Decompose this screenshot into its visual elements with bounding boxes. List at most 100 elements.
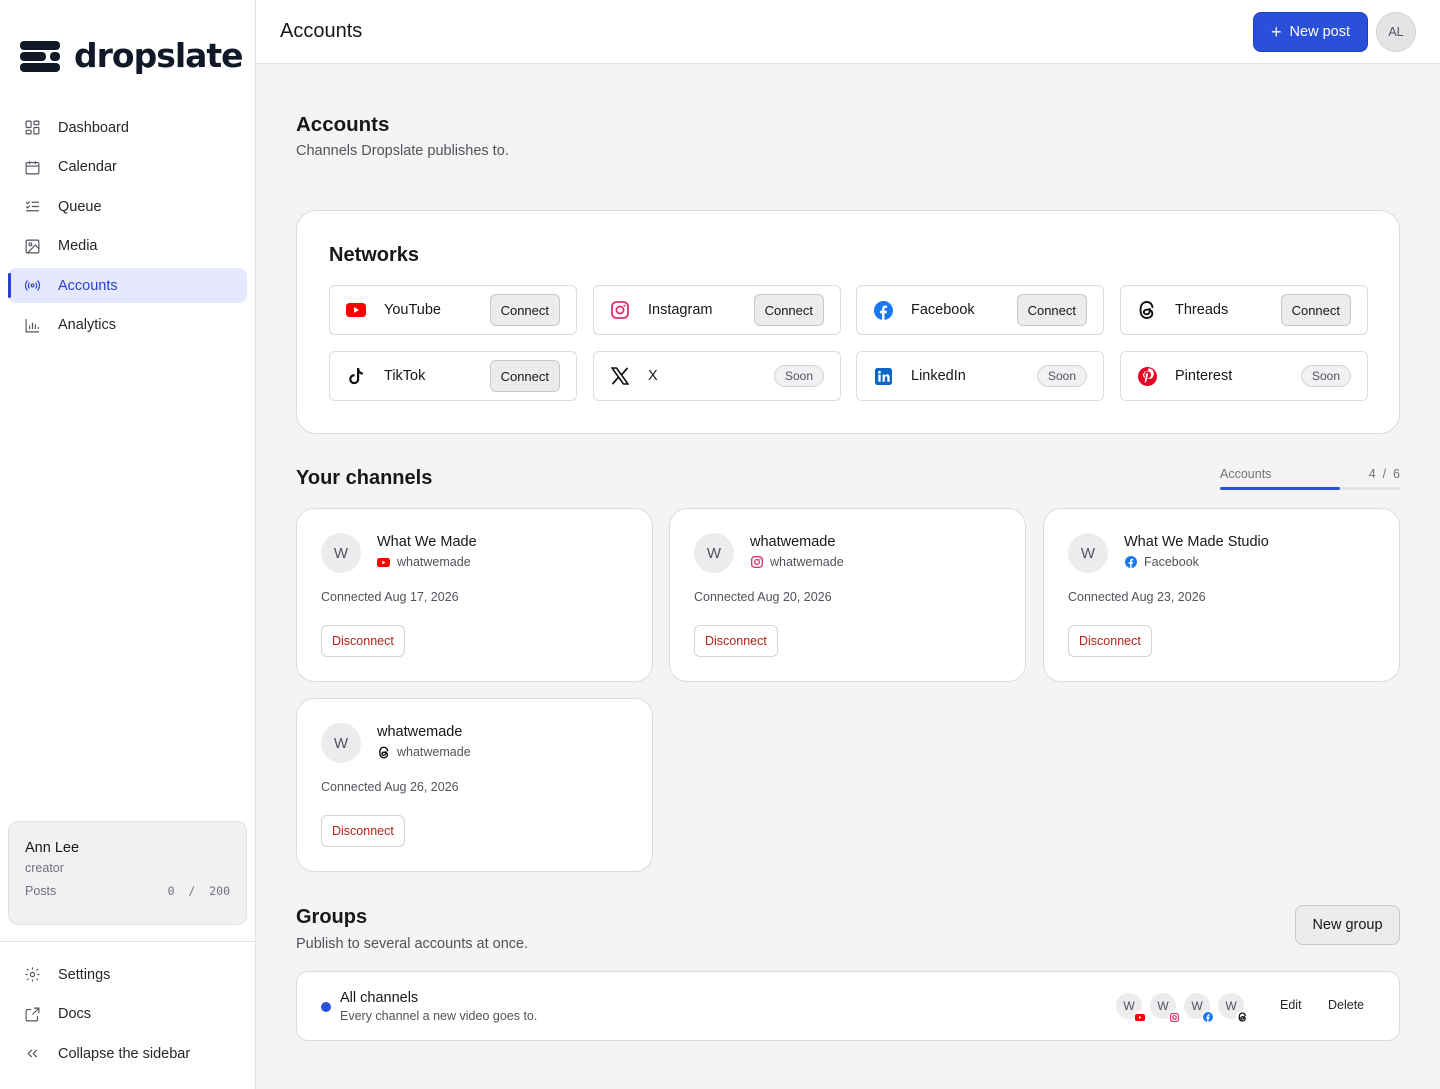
threads-icon <box>1137 300 1157 320</box>
sidebar-item-label: Analytics <box>58 317 117 333</box>
sidebar-item-label: Settings <box>58 966 111 983</box>
linkedin-icon <box>873 366 893 386</box>
youtube-icon <box>346 300 366 320</box>
accounts-usage-count: 4 / 6 <box>1368 467 1400 481</box>
channel-name: What We Made <box>377 534 477 550</box>
broadcast-icon <box>25 280 40 291</box>
group-color-dot <box>321 1002 331 1012</box>
accounts-usage-bar <box>1220 487 1400 490</box>
calendar-icon <box>25 160 40 174</box>
network-name: TikTok <box>384 368 426 384</box>
sidebar-item-dashboard[interactable]: Dashboard <box>8 110 247 145</box>
sidebar-item-settings[interactable]: Settings <box>8 957 247 992</box>
youtube-icon <box>1134 1011 1146 1023</box>
chevrons-left-icon <box>27 1049 38 1058</box>
channel-avatar: W <box>321 533 361 573</box>
member-avatar: W <box>1182 991 1214 1023</box>
channel-connected-date: Connected Aug 20, 2026 <box>694 590 832 604</box>
network-name: Pinterest <box>1175 368 1233 384</box>
channel-connected-date: Connected Aug 17, 2026 <box>321 590 459 604</box>
dropslate-logo-icon <box>20 38 60 74</box>
channel-name: whatwemade <box>750 534 836 550</box>
member-avatar: W <box>1216 991 1248 1023</box>
connect-facebook-button[interactable]: Connect <box>1016 294 1087 326</box>
bar-chart-icon <box>25 318 39 332</box>
connect-tiktok-button[interactable]: Connect <box>489 360 560 392</box>
sidebar-divider <box>0 941 255 942</box>
channel-card: W whatwemade whatwemade Connected Aug 26… <box>296 698 653 872</box>
channel-avatar: W <box>694 533 734 573</box>
new-post-button[interactable]: + New post <box>1253 12 1368 52</box>
sidebar-item-accounts[interactable]: Accounts <box>8 268 247 303</box>
queue-icon <box>25 201 39 212</box>
group-member-avatars: W W W W <box>1114 991 1254 1023</box>
instagram-icon <box>750 556 763 569</box>
brand-logo[interactable]: dropslate <box>20 36 244 75</box>
sidebar-item-label: Queue <box>58 198 102 215</box>
network-name: Threads <box>1175 302 1229 318</box>
group-description: Every channel a new video goes to. <box>340 1009 538 1023</box>
disconnect-button[interactable]: Disconnect <box>1068 625 1152 657</box>
page-title: Accounts <box>296 113 390 136</box>
accounts-usage-fill <box>1220 487 1341 490</box>
disconnect-button[interactable]: Disconnect <box>694 625 778 657</box>
sidebar-item-label: Accounts <box>58 277 118 294</box>
network-name: YouTube <box>384 302 441 318</box>
external-link-icon <box>25 1007 40 1021</box>
disconnect-button[interactable]: Disconnect <box>321 625 405 657</box>
connect-threads-button[interactable]: Connect <box>1280 294 1351 326</box>
brand-name: dropslate <box>74 36 244 75</box>
user-role: creator <box>25 861 64 875</box>
plus-icon: + <box>1271 22 1282 42</box>
network-card-x: X Soon <box>593 351 841 401</box>
channel-connected-date: Connected Aug 23, 2026 <box>1068 590 1206 604</box>
new-group-button[interactable]: New group <box>1295 905 1400 945</box>
connect-youtube-button[interactable]: Connect <box>489 294 560 326</box>
image-icon <box>25 239 40 253</box>
soon-badge: Soon <box>773 365 824 387</box>
channel-handle: whatwemade <box>377 745 471 759</box>
soon-badge: Soon <box>1036 365 1087 387</box>
channel-name: whatwemade <box>377 724 463 740</box>
sidebar-item-docs[interactable]: Docs <box>8 997 247 1032</box>
sidebar-item-analytics[interactable]: Analytics <box>8 308 247 343</box>
delete-group-button[interactable]: Delete <box>1328 998 1364 1012</box>
channel-name: What We Made Studio <box>1124 534 1269 550</box>
group-row[interactable]: All channels Every channel a new video g… <box>296 971 1400 1041</box>
pinterest-icon <box>1137 366 1157 386</box>
connect-instagram-button[interactable]: Connect <box>753 294 824 326</box>
new-post-label: New post <box>1289 24 1350 40</box>
sidebar-item-label: Media <box>58 238 98 254</box>
network-card-threads: Threads Connect <box>1120 285 1368 335</box>
groups-title: Groups <box>296 906 368 928</box>
network-name: Facebook <box>911 302 975 318</box>
channel-avatar: W <box>321 723 361 763</box>
sidebar-item-label: Collapse the sidebar <box>58 1045 191 1062</box>
network-card-facebook: Facebook Connect <box>856 285 1104 335</box>
x-icon <box>610 366 630 386</box>
sidebar-item-media[interactable]: Media <box>8 229 247 264</box>
gear-icon <box>25 967 40 982</box>
group-name: All channels <box>340 990 419 1006</box>
sidebar-item-calendar[interactable]: Calendar <box>8 150 247 185</box>
network-card-youtube: YouTube Connect <box>329 285 577 335</box>
member-avatar: W <box>1148 991 1180 1023</box>
channel-handle: Facebook <box>1124 555 1199 569</box>
channel-handle: whatwemade <box>750 555 844 569</box>
user-avatar[interactable]: AL <box>1376 12 1416 52</box>
sidebar-item-queue[interactable]: Queue <box>8 189 247 224</box>
network-card-linkedin: LinkedIn Soon <box>856 351 1104 401</box>
accounts-usage: Accounts 4 / 6 <box>1220 467 1400 490</box>
user-plan-card[interactable]: Ann Lee creator Posts 0 / 200 <box>8 821 247 925</box>
channel-card: W whatwemade whatwemade Connected Aug 20… <box>669 508 1026 682</box>
tiktok-icon <box>346 366 366 386</box>
collapse-sidebar-button[interactable]: Collapse the sidebar <box>8 1036 247 1071</box>
networks-panel: Networks YouTube Connect Instagram Conne… <box>296 210 1400 434</box>
facebook-icon <box>1202 1011 1214 1023</box>
instagram-icon <box>610 300 630 320</box>
channels-title: Your channels <box>296 467 433 489</box>
disconnect-button[interactable]: Disconnect <box>321 815 405 847</box>
header-title: Accounts <box>280 20 363 42</box>
sidebar-item-label: Dashboard <box>58 119 129 136</box>
edit-group-button[interactable]: Edit <box>1280 998 1302 1012</box>
